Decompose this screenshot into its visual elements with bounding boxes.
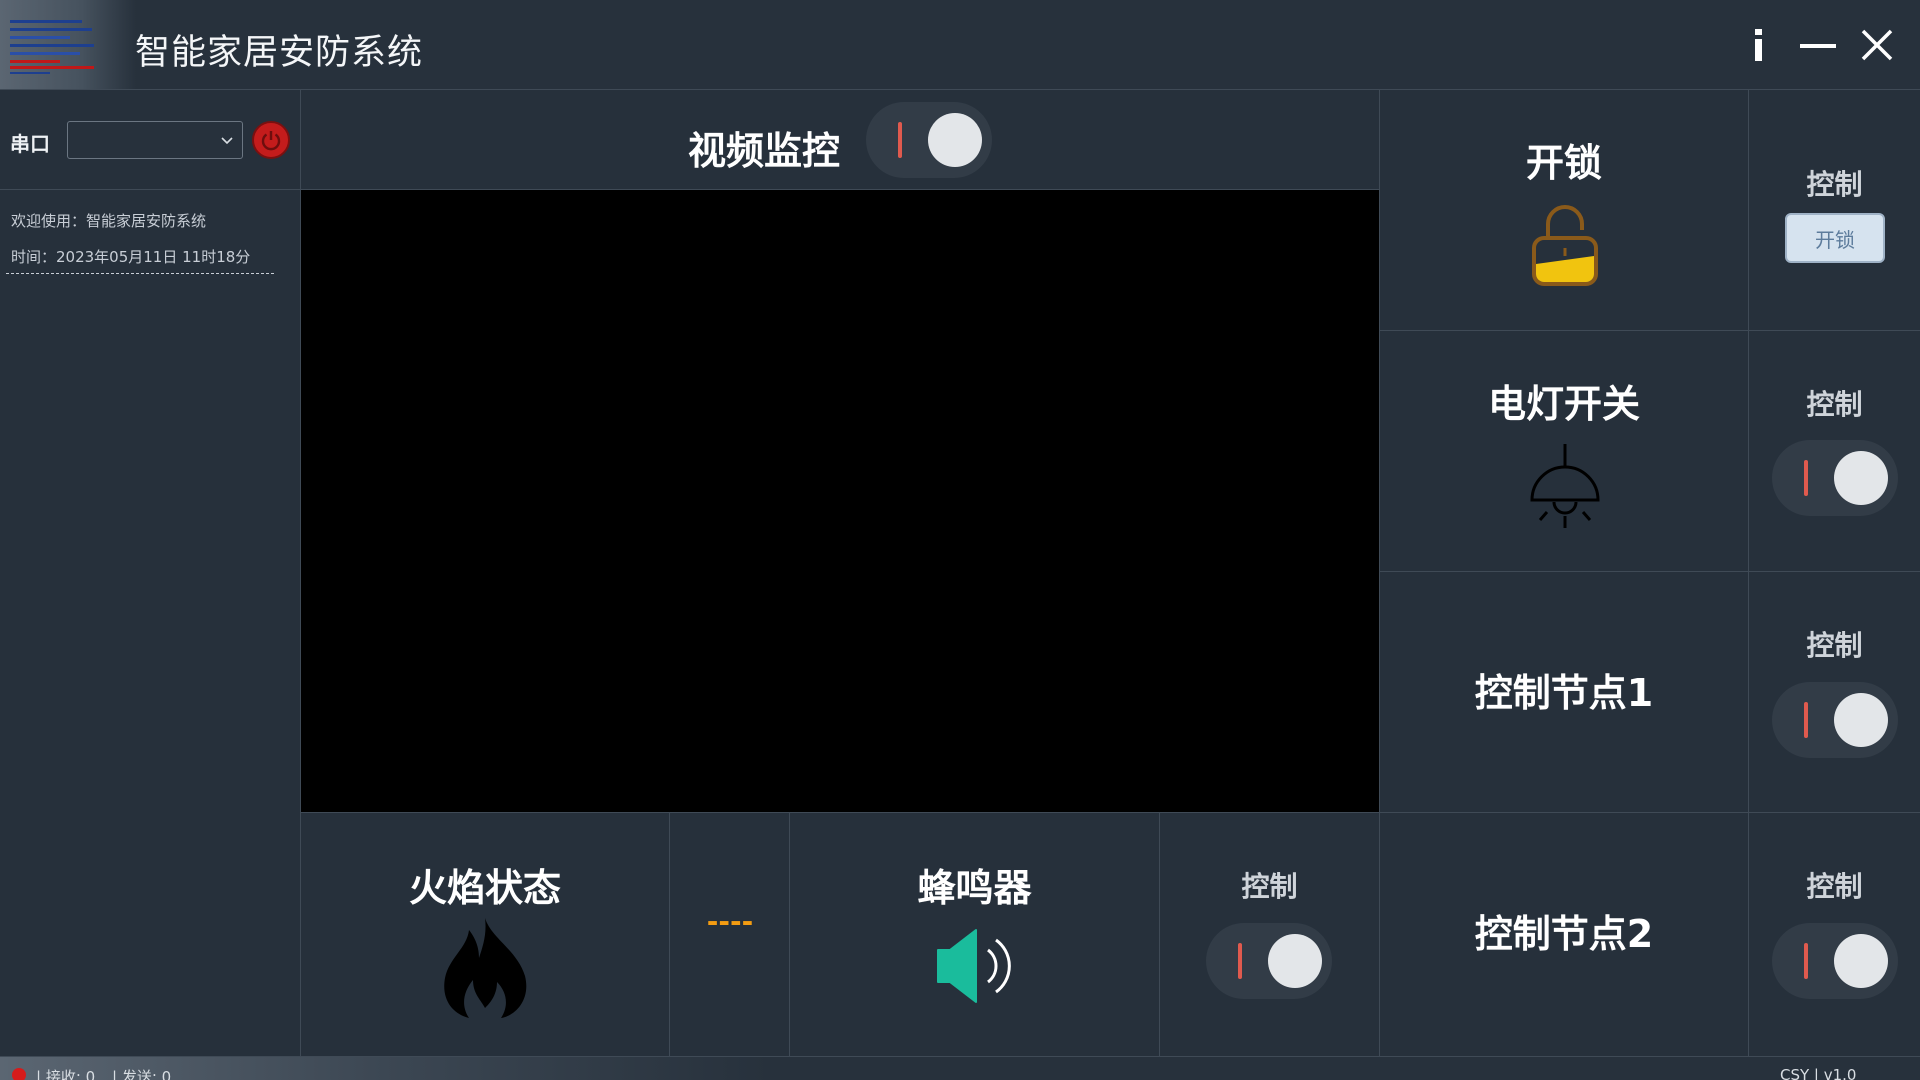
node2-title: 控制节点2: [1474, 912, 1654, 956]
divider: [0, 89, 1920, 90]
node2-toggle[interactable]: [1772, 923, 1898, 999]
divider: [301, 812, 1920, 813]
node1-toggle[interactable]: [1772, 682, 1898, 758]
toggle-off-mark: [1804, 460, 1808, 496]
status-indicator: [12, 1068, 26, 1080]
unlock-button[interactable]: 开锁: [1785, 213, 1885, 263]
toggle-off-mark: [1804, 702, 1808, 738]
divider: [1748, 90, 1749, 1056]
flame-title: 火焰状态: [408, 866, 561, 910]
toggle-knob: [1268, 934, 1322, 988]
serial-label: 串口: [10, 132, 50, 156]
node2-control-label: 控制: [1806, 870, 1863, 903]
light-title: 电灯开关: [1487, 382, 1640, 426]
toggle-knob: [1834, 934, 1888, 988]
video-title: 视频监控: [687, 129, 840, 173]
info-button[interactable]: [1734, 22, 1784, 68]
divider: [1159, 813, 1160, 1056]
divider: [1380, 330, 1920, 331]
serial-port-select[interactable]: [67, 121, 243, 159]
light-control-label: 控制: [1806, 388, 1863, 421]
speaker-icon: [937, 929, 1011, 1003]
ceiling-lamp-icon: [1530, 444, 1600, 528]
toggle-knob: [1834, 693, 1888, 747]
video-toggle[interactable]: [866, 102, 992, 178]
version-label: CSY | v1.0: [1780, 1066, 1857, 1080]
node1-title: 控制节点1: [1474, 671, 1654, 715]
unlock-control-label: 控制: [1806, 168, 1863, 201]
node1-control-label: 控制: [1806, 629, 1863, 662]
toggle-off-mark: [898, 122, 902, 158]
toggle-off-mark: [1804, 943, 1808, 979]
log-separator: [6, 273, 274, 274]
app-title: 智能家居安防系统: [135, 33, 424, 73]
padlock-open-icon: [1532, 205, 1598, 286]
app-logo: [0, 0, 136, 89]
toggle-off-mark: [1238, 943, 1242, 979]
buzzer-title: 蜂鸣器: [917, 866, 1032, 910]
receive-count: | 接收: 0: [36, 1068, 96, 1080]
serial-power-button[interactable]: [252, 121, 290, 159]
info-icon: [1755, 29, 1762, 61]
light-toggle[interactable]: [1772, 440, 1898, 516]
toggle-knob: [1834, 451, 1888, 505]
flame-icon: [444, 918, 527, 1018]
log-line: 时间：2023年05月11日 11时18分: [11, 248, 251, 266]
close-icon: [1861, 29, 1893, 61]
status-bar: [0, 1057, 1920, 1080]
minimize-button[interactable]: [1793, 22, 1843, 68]
buzzer-toggle[interactable]: [1206, 923, 1332, 999]
log-line: 欢迎使用：智能家居安防系统: [11, 212, 207, 230]
chevron-down-icon: [221, 137, 233, 145]
toggle-knob: [928, 113, 982, 167]
send-count: | 发送: 0: [112, 1068, 172, 1080]
unlock-title: 开锁: [1525, 141, 1602, 185]
close-button[interactable]: [1852, 22, 1902, 68]
divider: [1380, 571, 1920, 572]
buzzer-control-label: 控制: [1241, 870, 1298, 903]
flame-status-value: ----: [706, 905, 754, 938]
power-icon: [261, 131, 281, 151]
minimize-icon: [1800, 44, 1836, 48]
video-display: [301, 190, 1379, 812]
